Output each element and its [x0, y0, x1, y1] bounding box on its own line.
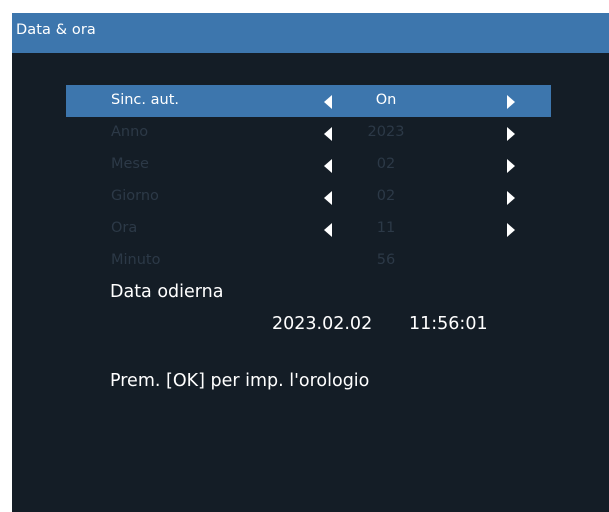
arrow-left-icon[interactable]	[324, 191, 332, 205]
current-date-label: Data odierna	[110, 282, 224, 302]
setting-value: 56	[376, 252, 396, 268]
setting-row-day[interactable]: Giorno 02	[66, 181, 551, 213]
setting-row-month[interactable]: Mese 02	[66, 149, 551, 181]
setting-value: 02	[376, 188, 396, 204]
setting-label: Giorno	[111, 188, 159, 204]
current-date-value: 2023.02.02	[272, 314, 373, 334]
page-title: Data & ora	[16, 22, 96, 38]
arrow-left-icon[interactable]	[324, 95, 332, 109]
setting-label: Anno	[111, 124, 149, 140]
arrow-right-icon[interactable]	[507, 127, 515, 141]
hint-text: Prem. [OK] per imp. l'orologio	[110, 371, 370, 391]
arrow-left-icon[interactable]	[324, 159, 332, 173]
setting-label: Ora	[111, 220, 138, 236]
setting-row-year[interactable]: Anno 2023	[66, 117, 551, 149]
arrow-right-icon[interactable]	[507, 159, 515, 173]
current-time-value: 11:56:01	[409, 314, 488, 334]
setting-row-hour[interactable]: Ora 11	[66, 213, 551, 245]
title-bar: Data & ora	[12, 13, 609, 53]
arrow-right-icon[interactable]	[507, 223, 515, 237]
setting-row-minute[interactable]: Minuto 56	[66, 245, 551, 277]
setting-label: Sinc. aut.	[111, 92, 179, 108]
setting-value: 2023	[367, 124, 405, 140]
setting-label: Minuto	[111, 252, 161, 268]
arrow-right-icon[interactable]	[507, 191, 515, 205]
setting-value: On	[375, 92, 397, 108]
setting-label: Mese	[111, 156, 149, 172]
arrow-left-icon[interactable]	[324, 223, 332, 237]
setting-value: 02	[376, 156, 396, 172]
setting-row-sync-auto[interactable]: Sinc. aut. On	[66, 85, 551, 117]
setting-value: 11	[376, 220, 396, 236]
date-time-screen: Data & ora Sinc. aut. On Anno 2023 Mese …	[12, 13, 609, 512]
arrow-left-icon[interactable]	[324, 127, 332, 141]
arrow-right-icon[interactable]	[507, 95, 515, 109]
